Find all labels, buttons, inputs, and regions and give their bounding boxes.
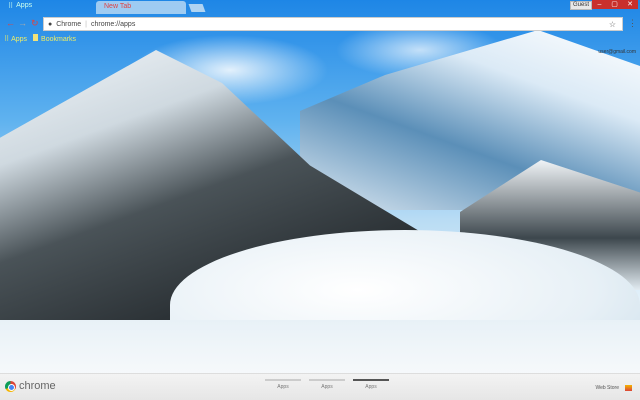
- toolbar: ← → ↻ ● Chrome | chrome://apps ☆ ⋮: [0, 16, 640, 32]
- bookmark-star-icon[interactable]: ☆: [609, 20, 616, 29]
- address-bar[interactable]: ● Chrome | chrome://apps ☆: [43, 17, 623, 31]
- account-email[interactable]: user@gmail.com: [598, 49, 636, 55]
- web-store-link[interactable]: Web Store: [595, 385, 632, 391]
- forward-icon[interactable]: →: [18, 18, 27, 28]
- profile-button[interactable]: Guest: [569, 1, 592, 10]
- bookmark-apps[interactable]: ⠿ Apps: [4, 35, 27, 43]
- page-switcher: Apps Apps Apps: [265, 379, 389, 390]
- chrome-icon: [5, 380, 16, 392]
- site-label: Chrome: [56, 20, 82, 28]
- chrome-logo: chrome: [5, 380, 56, 392]
- wallpaper-snowfield: [0, 320, 640, 375]
- url-text: chrome://apps: [90, 20, 136, 28]
- page-tab-2[interactable]: Apps: [309, 379, 345, 390]
- web-store-icon: [625, 385, 632, 391]
- tab-title: New Tab: [104, 3, 132, 10]
- page-tab-3[interactable]: Apps: [353, 379, 389, 390]
- active-tab[interactable]: New Tab: [96, 1, 186, 14]
- folder-icon: [33, 34, 39, 41]
- chrome-page-icon: ●: [48, 20, 53, 28]
- minimize-button[interactable]: –: [592, 0, 607, 9]
- page-tab-1[interactable]: Apps: [265, 379, 301, 390]
- bookmark-folder[interactable]: Bookmarks: [33, 34, 76, 43]
- reload-icon[interactable]: ↻: [31, 18, 39, 29]
- new-tab-button[interactable]: [188, 4, 206, 12]
- menu-icon[interactable]: ⋮: [628, 18, 637, 29]
- title-bar: ⠿ Apps New Tab Guest – ▢ ✕: [0, 0, 640, 14]
- maximize-button[interactable]: ▢: [607, 0, 622, 9]
- app-launcher-footer: chrome Apps Apps Apps Web Store: [0, 373, 640, 400]
- apps-tab[interactable]: ⠿ Apps: [8, 2, 32, 10]
- bookmarks-bar: ⠿ Apps Bookmarks: [4, 34, 76, 43]
- back-icon[interactable]: ←: [6, 18, 15, 28]
- close-button[interactable]: ✕: [622, 0, 638, 9]
- apps-grid-icon: ⠿: [8, 3, 14, 10]
